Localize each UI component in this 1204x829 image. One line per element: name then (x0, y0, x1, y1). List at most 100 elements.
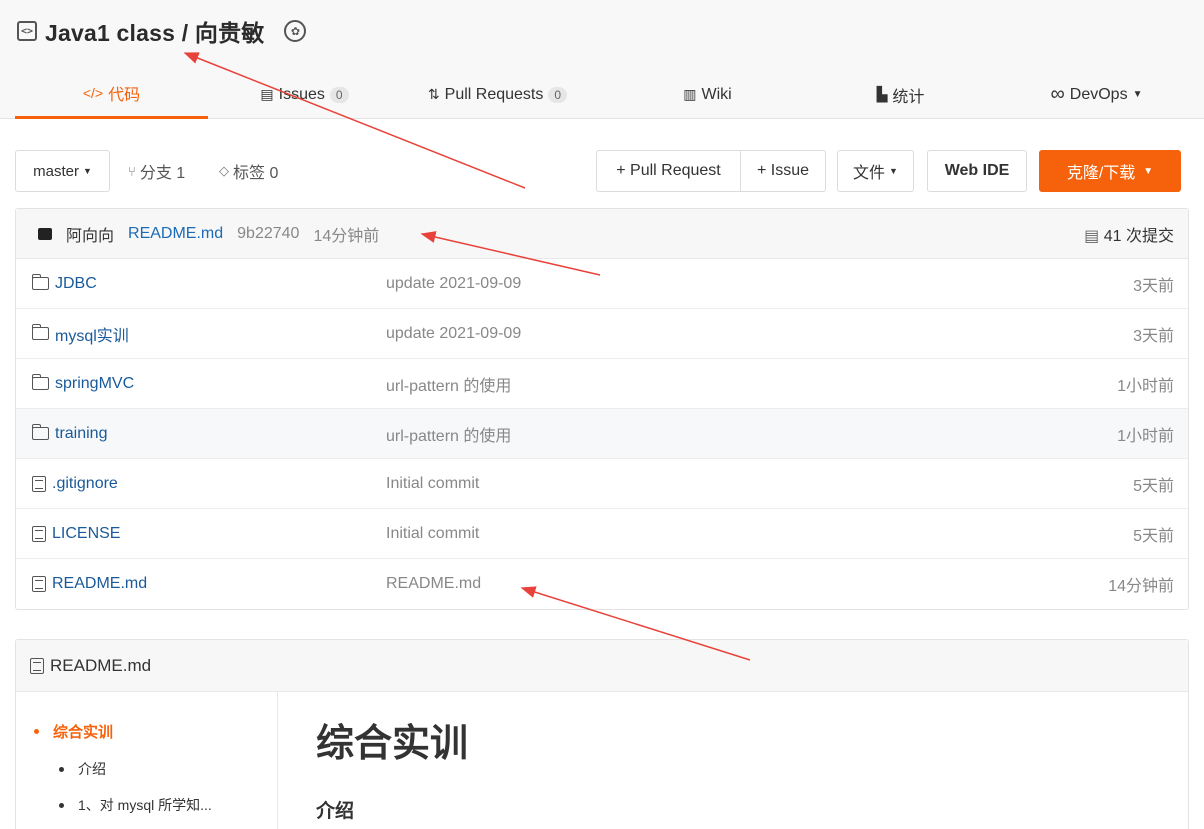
chart-icon: ▙ (876, 86, 888, 102)
tag-count-link[interactable]: ◇ 标签 0 (219, 150, 278, 192)
latest-commit-row: 阿向向 README.md 9b22740 14分钟前 ▤ 41 次提交 (16, 209, 1188, 259)
readme-body: 综合实训 介绍 1、对 mysql 所学知... 综合实训 介绍 (16, 692, 1188, 829)
tab-label: Wiki (701, 85, 732, 103)
commit-count: 41 次提交 (1103, 227, 1174, 245)
tab-label: Pull Requests (444, 85, 544, 103)
file-time: 3天前 (1133, 277, 1174, 295)
file-name: springMVC (55, 374, 135, 392)
table-row: .gitignore Initial commit 5天前 (16, 459, 1188, 509)
toc-item-label: 综合实训 (53, 724, 114, 741)
bullet-icon (59, 802, 64, 808)
branch-icon: ⑂ (128, 163, 136, 179)
clone-label: 克隆/下载 (1066, 165, 1136, 182)
commit-message[interactable]: README.md (128, 225, 223, 243)
branch-select[interactable]: master ▼ (15, 150, 110, 192)
file-name-link[interactable]: springMVC (31, 374, 135, 393)
file-menu-button[interactable]: 文件 ▼ (837, 150, 914, 192)
code-icon: </> (82, 85, 104, 101)
file-commit-message[interactable]: update 2021-09-09 (386, 325, 521, 343)
toc-item[interactable]: 介绍 (59, 759, 106, 779)
tag-icon: ◇ (219, 163, 229, 178)
tab-issues[interactable]: ▤ Issues 0 (208, 70, 401, 119)
repo-title-bar: <> Java1 class / 向贵敏 ✿ (17, 14, 307, 48)
folder-icon (31, 424, 49, 440)
readme-panel: README.md 综合实训 介绍 1、对 mysql 所学知... 综合实训 … (15, 639, 1189, 829)
folder-icon (31, 274, 49, 290)
tab-label: 统计 (892, 88, 925, 106)
tab-code[interactable]: </> 代码 (15, 70, 208, 119)
repo-header: <> Java1 class / 向贵敏 ✿ </> 代码 ▤ Issues 0… (0, 0, 1204, 119)
repo-tabs: </> 代码 ▤ Issues 0 ⇅ Pull Requests 0 ▥ Wi… (0, 70, 1204, 119)
file-time: 5天前 (1133, 477, 1174, 495)
file-name: README.md (52, 575, 148, 592)
toc-item-label: 1、对 mysql 所学知... (78, 797, 212, 813)
file-time: 5天前 (1133, 527, 1174, 545)
file-name-link[interactable]: mysql实训 (31, 322, 129, 346)
pull-request-icon: ⇅ (427, 86, 440, 102)
file-commit-message[interactable]: Initial commit (386, 525, 479, 543)
file-name-link[interactable]: JDBC (31, 274, 97, 293)
readme-heading-2: 介绍 (316, 801, 355, 822)
file-list: 阿向向 README.md 9b22740 14分钟前 ▤ 41 次提交 JDB… (15, 208, 1189, 610)
book-icon: ▥ (683, 86, 697, 102)
repo-title[interactable]: Java1 class / 向贵敏 (45, 14, 264, 48)
file-name: mysql实训 (55, 327, 129, 345)
toc-item-label: 介绍 (78, 761, 106, 777)
tab-label: 代码 (108, 87, 141, 104)
pr-count-badge: 0 (548, 86, 568, 103)
tab-wiki[interactable]: ▥ Wiki (611, 70, 804, 119)
repo-toolbar: master ▼ ⑂ 分支 1 ◇ 标签 0 + Pull Request + … (15, 150, 1189, 192)
tag-count: 标签 0 (233, 165, 279, 182)
file-name: LICENSE (52, 524, 121, 542)
file-commit-message[interactable]: update 2021-09-09 (386, 275, 521, 293)
recommend-badge-icon[interactable]: ✿ (284, 20, 307, 42)
new-issue-button[interactable]: + Issue (740, 150, 826, 192)
chevron-down-icon: ▼ (1143, 165, 1154, 177)
file-name-link[interactable]: training (31, 424, 108, 443)
file-name: .gitignore (52, 474, 118, 492)
repo-code-icon: <> (17, 21, 37, 41)
new-pull-request-button[interactable]: + Pull Request (596, 150, 741, 192)
tab-devops[interactable]: ∞ DevOps ▼ (1000, 70, 1193, 119)
tab-label: Issues (278, 85, 325, 103)
readme-toc: 综合实训 介绍 1、对 mysql 所学知... (16, 692, 278, 829)
file-icon (32, 525, 46, 542)
chevron-down-icon: ▼ (1132, 89, 1143, 100)
issues-count-badge: 0 (329, 86, 349, 103)
file-time: 14分钟前 (1108, 578, 1174, 595)
tab-stats[interactable]: ▙ 统计 (804, 70, 997, 119)
table-row: training url-pattern 的使用 1小时前 (16, 409, 1188, 459)
issue-icon: ▤ (260, 86, 274, 102)
clone-download-button[interactable]: 克隆/下载 ▼ (1039, 150, 1181, 192)
commit-author[interactable]: 阿向向 (66, 222, 114, 246)
file-name-link[interactable]: README.md (32, 575, 147, 593)
table-row: mysql实训 update 2021-09-09 3天前 (16, 309, 1188, 359)
file-commit-message[interactable]: url-pattern 的使用 (386, 422, 511, 446)
avatar[interactable] (38, 227, 52, 240)
file-commit-message[interactable]: Initial commit (386, 475, 479, 493)
tab-label: DevOps (1069, 85, 1128, 103)
file-commit-message[interactable]: README.md (386, 575, 481, 593)
file-name: JDBC (55, 274, 97, 292)
branch-count-link[interactable]: ⑂ 分支 1 (128, 150, 185, 192)
table-row: springMVC url-pattern 的使用 1小时前 (16, 359, 1188, 409)
toc-item[interactable]: 1、对 mysql 所学知... (59, 795, 212, 815)
file-time: 1小时前 (1117, 377, 1174, 395)
bullet-icon (59, 766, 64, 772)
file-commit-message[interactable]: url-pattern 的使用 (386, 372, 511, 396)
readme-heading-1: 综合实训 (316, 723, 469, 765)
commit-count-link[interactable]: ▤ 41 次提交 (1084, 222, 1174, 246)
table-row: JDBC update 2021-09-09 3天前 (16, 259, 1188, 309)
readme-file-icon (30, 657, 44, 674)
file-name-link[interactable]: .gitignore (32, 475, 118, 493)
web-ide-button[interactable]: Web IDE (927, 150, 1027, 192)
file-name-link[interactable]: LICENSE (32, 525, 120, 543)
readme-filename: README.md (50, 655, 152, 675)
tab-pull-requests[interactable]: ⇅ Pull Requests 0 (401, 70, 594, 119)
file-icon (32, 475, 46, 492)
toc-item[interactable]: 综合实训 (34, 721, 113, 742)
commits-icon: ▤ (1084, 227, 1100, 245)
file-name: training (55, 424, 108, 442)
table-row: README.md README.md 14分钟前 (16, 559, 1188, 609)
commit-sha[interactable]: 9b22740 (237, 225, 299, 243)
